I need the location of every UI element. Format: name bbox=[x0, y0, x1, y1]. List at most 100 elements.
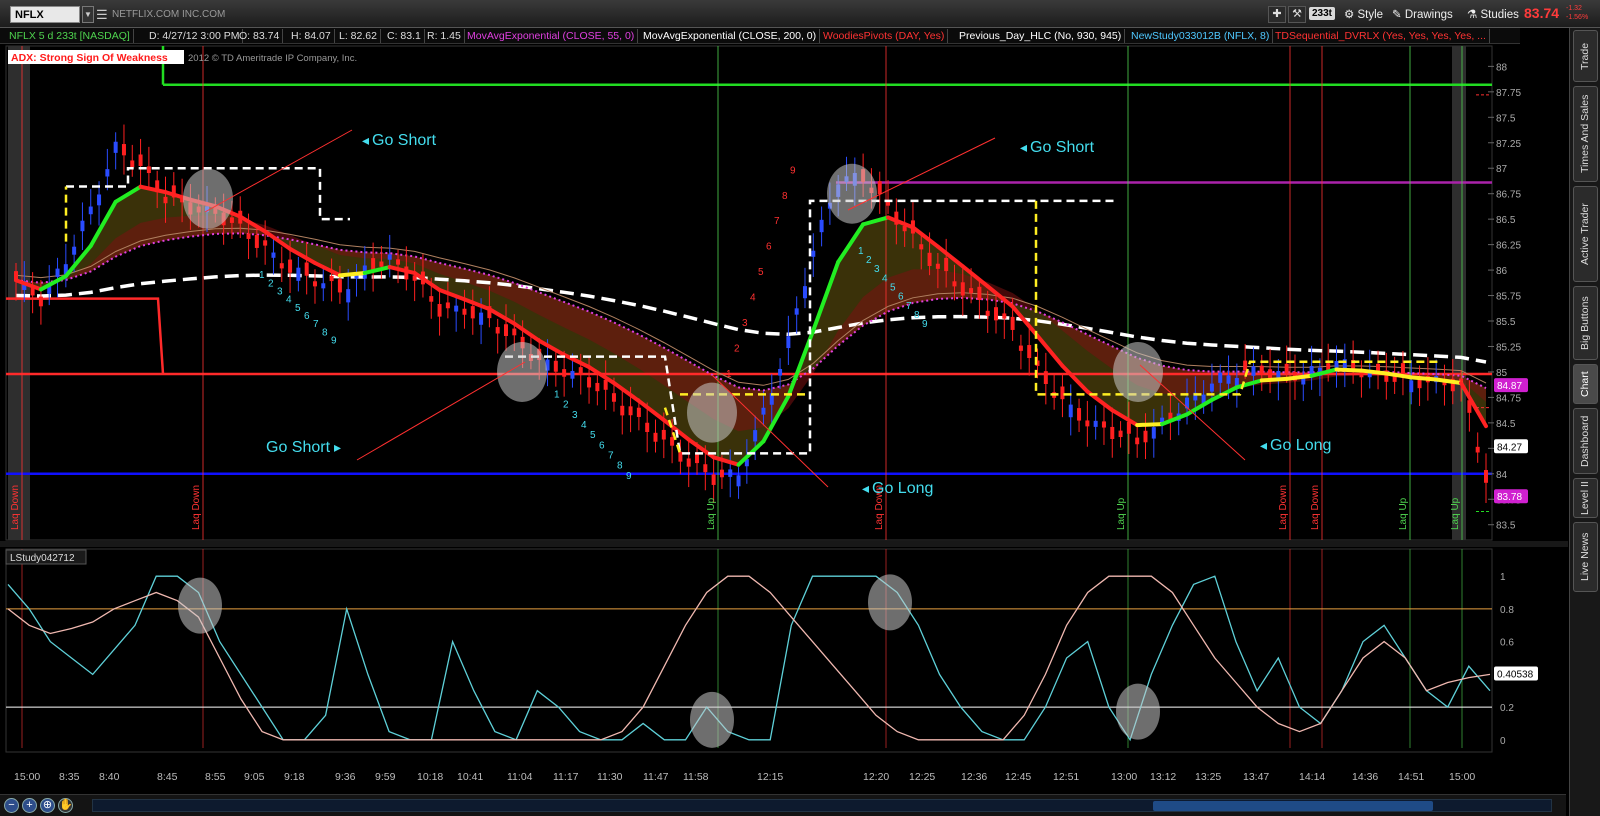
candle-body bbox=[121, 144, 126, 156]
laq-marker-label: Laq Up bbox=[1450, 497, 1461, 530]
candle-body bbox=[437, 304, 442, 317]
side-tab-live-news[interactable]: Live News bbox=[1573, 522, 1598, 592]
x-axis-tick-label: 11:17 bbox=[553, 771, 579, 783]
td-count-number: 1 bbox=[554, 389, 560, 400]
td-count-number: 8 bbox=[914, 310, 920, 321]
td-count-number: 6 bbox=[898, 292, 904, 303]
candle-body bbox=[1284, 363, 1289, 374]
pan-hand-icon[interactable]: ✋ bbox=[58, 798, 73, 813]
side-tab-times-and-sales[interactable]: Times And Sales bbox=[1573, 86, 1598, 182]
td-count-number: 2 bbox=[866, 255, 872, 266]
side-tab-trade[interactable]: Trade bbox=[1573, 30, 1598, 82]
x-axis-tick-label: 14:14 bbox=[1299, 771, 1325, 783]
td-count-number: 4 bbox=[286, 295, 292, 306]
signal-highlight-circle bbox=[690, 691, 734, 748]
scroll-thumb[interactable] bbox=[1153, 801, 1433, 811]
candle-body bbox=[1475, 446, 1480, 453]
x-axis-tick-label: 12:45 bbox=[1005, 771, 1031, 783]
candle-body bbox=[728, 469, 733, 477]
candle-body bbox=[1143, 430, 1148, 443]
signal-highlight-circle bbox=[497, 341, 547, 402]
candle-body bbox=[960, 282, 965, 296]
x-axis-tick-label: 10:18 bbox=[417, 771, 443, 783]
signal-highlight-circle bbox=[827, 163, 877, 224]
candle-body bbox=[1010, 316, 1015, 330]
candle-body bbox=[396, 259, 401, 265]
y-axis-tick-label: 88 bbox=[1496, 62, 1508, 73]
candle-body bbox=[1400, 363, 1405, 375]
candle-body bbox=[562, 369, 567, 377]
x-axis-tick-label: 9:59 bbox=[375, 771, 396, 783]
td-count-number: 1 bbox=[259, 270, 265, 281]
x-axis-tick-label: 12:51 bbox=[1053, 771, 1079, 783]
candle-body bbox=[97, 194, 102, 206]
candle-body bbox=[753, 430, 758, 442]
signal-highlight-circle bbox=[183, 168, 233, 229]
zoom-in-icon[interactable]: + bbox=[22, 798, 37, 813]
candle-body bbox=[553, 360, 558, 372]
zoom-fit-icon[interactable]: ⊕ bbox=[40, 798, 55, 813]
candle-body bbox=[761, 407, 766, 415]
y-axis-tick-label: 86.75 bbox=[1496, 190, 1521, 201]
side-tab-active-trader[interactable]: Active Trader bbox=[1573, 186, 1598, 282]
candle-body bbox=[802, 286, 807, 299]
candle-body bbox=[603, 379, 608, 390]
candle-body bbox=[445, 302, 450, 309]
candle-body bbox=[329, 275, 334, 282]
lower-y-tick-label: 0 bbox=[1500, 736, 1506, 747]
candle-body bbox=[578, 367, 583, 376]
candle-body bbox=[1126, 421, 1131, 434]
td-count-number: 1 bbox=[858, 246, 864, 257]
x-axis-tick-label: 12:20 bbox=[863, 771, 889, 783]
candle-body bbox=[271, 252, 276, 258]
candle-body bbox=[296, 267, 301, 281]
candle-body bbox=[254, 234, 259, 248]
trend-line-segment bbox=[1135, 422, 1165, 428]
candle-body bbox=[1085, 420, 1090, 427]
candle-body bbox=[611, 393, 616, 402]
x-axis-tick-label: 13:47 bbox=[1243, 771, 1269, 783]
x-axis-tick-label: 12:15 bbox=[757, 771, 783, 783]
td-count-number: 5 bbox=[890, 282, 896, 293]
candle-body bbox=[994, 307, 998, 321]
x-axis-tick-label: 11:47 bbox=[643, 771, 669, 783]
td-count-number: 6 bbox=[766, 242, 772, 253]
candle-body bbox=[661, 429, 666, 440]
side-tab-big-buttons[interactable]: Big Buttons bbox=[1573, 286, 1598, 360]
y-axis-tick-label: 86 bbox=[1496, 266, 1508, 277]
candle-body bbox=[1268, 369, 1273, 379]
td-count-number: 9 bbox=[790, 165, 796, 176]
laq-marker-label: Laq Down bbox=[191, 485, 202, 530]
x-axis-tick-label: 15:00 bbox=[1449, 771, 1475, 783]
candle-body bbox=[927, 252, 932, 266]
candle-body bbox=[113, 141, 118, 153]
horizontal-scrollbar[interactable]: − + ⊕ ✋ bbox=[0, 794, 1566, 816]
candle-body bbox=[512, 328, 517, 336]
candle-body bbox=[1118, 430, 1123, 438]
side-tab-chart[interactable]: Chart bbox=[1573, 364, 1598, 404]
price-badge-value: 83.78 bbox=[1497, 492, 1522, 503]
td-count-number: 5 bbox=[758, 267, 764, 278]
trend-line-segment bbox=[1409, 375, 1439, 382]
candle-body bbox=[387, 254, 392, 260]
candle-body bbox=[636, 407, 641, 417]
td-count-number: 8 bbox=[322, 327, 328, 338]
side-tab-level-ii[interactable]: Level II bbox=[1573, 478, 1598, 518]
td-count-number: 5 bbox=[590, 430, 596, 441]
trend-line-segment bbox=[1334, 367, 1364, 373]
price-badge-value: 84.87 bbox=[1497, 381, 1522, 392]
candle-body bbox=[719, 469, 724, 478]
candle-body bbox=[105, 169, 110, 177]
signal-highlight-circle bbox=[1116, 683, 1160, 740]
candle-body bbox=[944, 257, 949, 272]
lower-panel bbox=[5, 548, 1493, 753]
x-axis-tick-label: 8:55 bbox=[205, 771, 226, 783]
zoom-out-icon[interactable]: − bbox=[4, 798, 19, 813]
side-tab-dashboard[interactable]: Dashboard bbox=[1573, 408, 1598, 474]
scroll-track[interactable] bbox=[92, 799, 1552, 812]
adx-label: ADX: Strong Sign Of Weakness bbox=[11, 52, 168, 64]
candle-body bbox=[985, 310, 990, 316]
candle-body bbox=[628, 406, 633, 416]
annotation-arrow-icon: ◂ bbox=[1260, 437, 1267, 453]
price-chart[interactable]: 83.583.758484.2584.584.758585.2585.585.7… bbox=[0, 0, 1568, 794]
